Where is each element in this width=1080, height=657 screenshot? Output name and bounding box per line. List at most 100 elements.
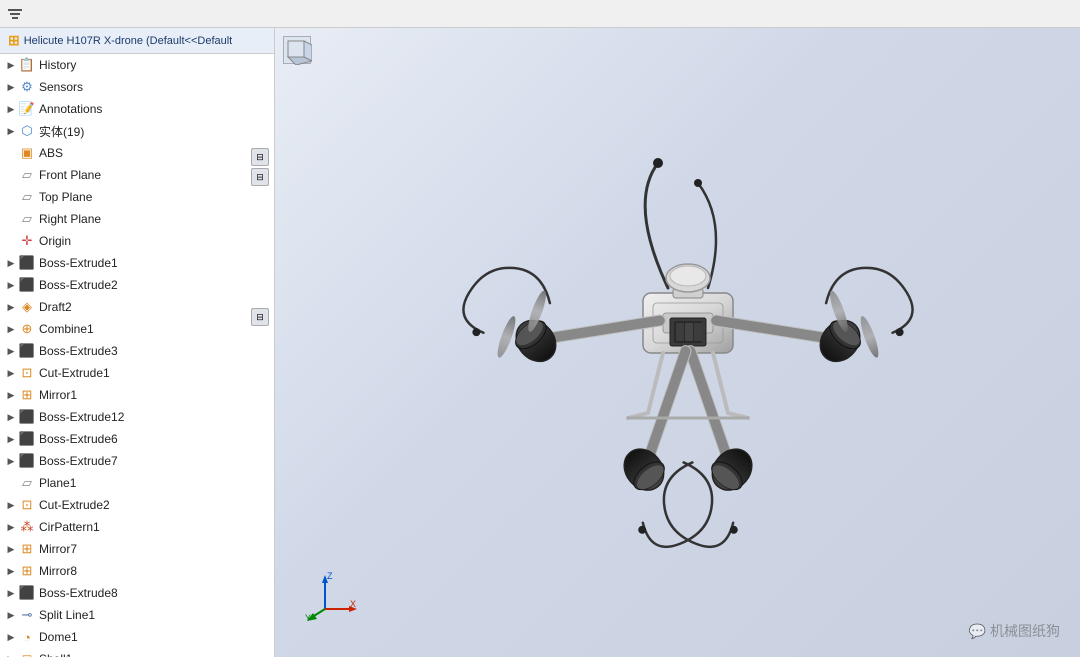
tree-item-bossextrude8[interactable]: ▶⬛Boss-Extrude8 — [0, 582, 274, 604]
tree-item-frontplane[interactable]: ▱Front Plane — [0, 164, 274, 186]
tree-item-solid19[interactable]: ▶⬡实体(19) — [0, 120, 274, 142]
expander-bossextrude6[interactable]: ▶ — [4, 432, 18, 446]
expander-bossextrude8[interactable]: ▶ — [4, 586, 18, 600]
expander-cutextrude1[interactable]: ▶ — [4, 366, 18, 380]
icon-bossextrude6: ⬛ — [18, 430, 36, 448]
tree-item-draft2[interactable]: ▶◈Draft2 — [0, 296, 274, 318]
expander-cirpattern1[interactable]: ▶ — [4, 520, 18, 534]
label-origin: Origin — [39, 234, 71, 248]
expander-bossextrude3[interactable]: ▶ — [4, 344, 18, 358]
tree-area[interactable]: ▶📋History▶⚙Sensors▶📝Annotations▶⬡实体(19)▣… — [0, 54, 274, 657]
expander-origin[interactable] — [4, 234, 18, 248]
label-bossextrude8: Boss-Extrude8 — [39, 586, 118, 600]
watermark-icon: 💬 — [969, 623, 986, 640]
tree-item-dome1[interactable]: ▶◔Dome1 — [0, 626, 274, 648]
collapse-handle-2[interactable]: ⊟ — [251, 168, 269, 186]
model-title-text: Helicute H107R X-drone (Default<<Default — [24, 35, 233, 47]
viewport[interactable]: Z X Y 💬 机械图纸狗 — [275, 28, 1080, 657]
expander-history[interactable]: ▶ — [4, 58, 18, 72]
expander-abs[interactable] — [4, 146, 18, 160]
icon-draft2: ◈ — [18, 298, 36, 316]
tree-item-abs[interactable]: ▣ABS — [0, 142, 274, 164]
filter-button[interactable] — [4, 3, 26, 25]
tree-item-bossextrude1[interactable]: ▶⬛Boss-Extrude1 — [0, 252, 274, 274]
expander-bossextrude2[interactable]: ▶ — [4, 278, 18, 292]
expander-topplane[interactable] — [4, 190, 18, 204]
label-bossextrude3: Boss-Extrude3 — [39, 344, 118, 358]
icon-bossextrude7: ⬛ — [18, 452, 36, 470]
tree-item-splitline1[interactable]: ▶⊸Split Line1 — [0, 604, 274, 626]
expander-bossextrude12[interactable]: ▶ — [4, 410, 18, 424]
expander-draft2[interactable]: ▶ — [4, 300, 18, 314]
tree-item-cutextrude2[interactable]: ▶⊡Cut-Extrude2 — [0, 494, 274, 516]
expander-splitline1[interactable]: ▶ — [4, 608, 18, 622]
expander-bossextrude7[interactable]: ▶ — [4, 454, 18, 468]
svg-text:Y: Y — [305, 613, 311, 623]
tree-item-cutextrude1[interactable]: ▶⊡Cut-Extrude1 — [0, 362, 274, 384]
tree-item-cirpattern1[interactable]: ▶⁂CirPattern1 — [0, 516, 274, 538]
icon-solid19: ⬡ — [18, 122, 36, 140]
label-bossextrude12: Boss-Extrude12 — [39, 410, 124, 424]
icon-annotations: 📝 — [18, 100, 36, 118]
tree-item-origin[interactable]: ✛Origin — [0, 230, 274, 252]
expander-shell1[interactable]: ▶ — [4, 652, 18, 657]
expander-mirror1[interactable]: ▶ — [4, 388, 18, 402]
label-cutextrude2: Cut-Extrude2 — [39, 498, 110, 512]
watermark-text: 机械图纸狗 — [990, 621, 1060, 641]
icon-plane1: ▱ — [18, 474, 36, 492]
label-abs: ABS — [39, 146, 63, 160]
label-combine1: Combine1 — [39, 322, 94, 336]
label-cirpattern1: CirPattern1 — [39, 520, 100, 534]
expander-solid19[interactable]: ▶ — [4, 124, 18, 138]
tree-item-bossextrude7[interactable]: ▶⬛Boss-Extrude7 — [0, 450, 274, 472]
tree-item-sensors[interactable]: ▶⚙Sensors — [0, 76, 274, 98]
expander-cutextrude2[interactable]: ▶ — [4, 498, 18, 512]
label-cutextrude1: Cut-Extrude1 — [39, 366, 110, 380]
icon-bossextrude2: ⬛ — [18, 276, 36, 294]
watermark: 💬 机械图纸狗 — [969, 621, 1060, 641]
collapse-handle-3[interactable]: ⊟ — [251, 308, 269, 326]
expander-bossextrude1[interactable]: ▶ — [4, 256, 18, 270]
label-sensors: Sensors — [39, 80, 83, 94]
tree-item-history[interactable]: ▶📋History — [0, 54, 274, 76]
tree-item-bossextrude2[interactable]: ▶⬛Boss-Extrude2 — [0, 274, 274, 296]
expander-mirror7[interactable]: ▶ — [4, 542, 18, 556]
expander-sensors[interactable]: ▶ — [4, 80, 18, 94]
tree-item-annotations[interactable]: ▶📝Annotations — [0, 98, 274, 120]
icon-bossextrude3: ⬛ — [18, 342, 36, 360]
icon-cirpattern1: ⁂ — [18, 518, 36, 536]
model-icon: ⊞ — [8, 32, 20, 49]
tree-item-topplane[interactable]: ▱Top Plane — [0, 186, 274, 208]
tree-item-bossextrude3[interactable]: ▶⬛Boss-Extrude3 — [0, 340, 274, 362]
view-cube[interactable] — [283, 36, 311, 64]
expander-dome1[interactable]: ▶ — [4, 630, 18, 644]
icon-origin: ✛ — [18, 232, 36, 250]
icon-combine1: ⊕ — [18, 320, 36, 338]
tree-item-bossextrude12[interactable]: ▶⬛Boss-Extrude12 — [0, 406, 274, 428]
label-bossextrude1: Boss-Extrude1 — [39, 256, 118, 270]
tree-item-combine1[interactable]: ▶⊕Combine1 — [0, 318, 274, 340]
label-annotations: Annotations — [39, 102, 102, 116]
icon-history: 📋 — [18, 56, 36, 74]
expander-rightplane[interactable] — [4, 212, 18, 226]
collapse-handle-1[interactable]: ⊟ — [251, 148, 269, 166]
label-draft2: Draft2 — [39, 300, 72, 314]
icon-shell1: ◻ — [18, 650, 36, 657]
expander-mirror8[interactable]: ▶ — [4, 564, 18, 578]
expander-combine1[interactable]: ▶ — [4, 322, 18, 336]
tree-item-shell1[interactable]: ▶◻Shell1 — [0, 648, 274, 657]
icon-frontplane: ▱ — [18, 166, 36, 184]
tree-item-plane1[interactable]: ▱Plane1 — [0, 472, 274, 494]
expander-annotations[interactable]: ▶ — [4, 102, 18, 116]
tree-item-mirror8[interactable]: ▶⊞Mirror8 — [0, 560, 274, 582]
icon-rightplane: ▱ — [18, 210, 36, 228]
expander-frontplane[interactable] — [4, 168, 18, 182]
tree-item-mirror7[interactable]: ▶⊞Mirror7 — [0, 538, 274, 560]
panel-splitter[interactable] — [269, 28, 274, 657]
tree-item-bossextrude6[interactable]: ▶⬛Boss-Extrude6 — [0, 428, 274, 450]
tree-item-mirror1[interactable]: ▶⊞Mirror1 — [0, 384, 274, 406]
expander-plane1[interactable] — [4, 476, 18, 490]
icon-cutextrude2: ⊡ — [18, 496, 36, 514]
tree-item-rightplane[interactable]: ▱Right Plane — [0, 208, 274, 230]
label-history: History — [39, 58, 76, 72]
